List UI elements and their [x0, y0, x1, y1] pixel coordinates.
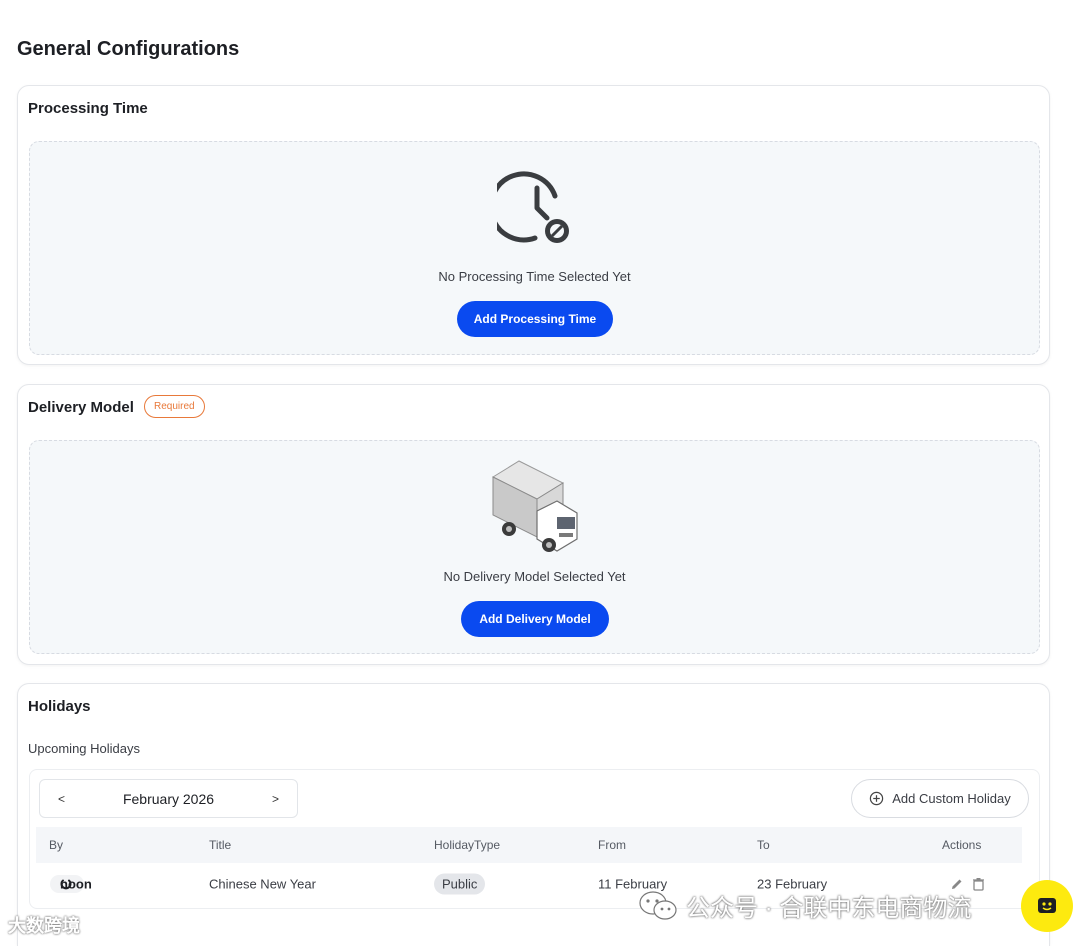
watermark-right: 公众号 · 合联中东电商物流 — [638, 888, 971, 923]
col-from: From — [598, 838, 626, 852]
delivery-model-card: Delivery Model Required No Delivery Mode… — [17, 384, 1050, 665]
holidays-table-header: By Title HolidayType From To Actions — [36, 827, 1022, 863]
processing-empty-state: No Processing Time Selected Yet Add Proc… — [29, 141, 1040, 355]
col-holiday-type: HolidayType — [434, 838, 501, 852]
add-custom-holiday-button[interactable]: Add Custom Holiday — [851, 779, 1029, 818]
title-value: Chinese New Year — [209, 876, 316, 892]
noon-logo: noon — [50, 875, 92, 893]
page-title: General Configurations — [17, 38, 240, 60]
prev-month-button[interactable]: < — [58, 792, 65, 806]
delivery-empty-state: No Delivery Model Selected Yet Add Deliv… — [29, 440, 1040, 654]
col-by: By — [49, 838, 64, 852]
col-to: To — [757, 838, 770, 852]
wechat-icon — [639, 890, 677, 920]
processing-empty-text: No Processing Time Selected Yet — [438, 269, 631, 284]
trash-icon[interactable] — [972, 877, 985, 891]
plus-circle-icon — [870, 791, 884, 806]
holiday-type-pill: Public — [434, 873, 486, 895]
add-custom-holiday-label: Add Custom Holiday — [892, 791, 1011, 806]
delivery-empty-text: No Delivery Model Selected Yet — [443, 569, 626, 584]
upcoming-holidays-label: Upcoming Holidays — [28, 741, 140, 756]
col-actions: Actions — [942, 838, 982, 852]
processing-time-title: Processing Time — [28, 100, 148, 117]
watermark-right-text: 公众号 · 合联中东电商物流 — [686, 895, 972, 922]
month-navigator: < February 2026 > — [39, 779, 298, 818]
processing-time-card: Processing Time No Processing Time Selec… — [17, 85, 1050, 365]
chat-icon — [1038, 898, 1056, 913]
clock-slash-icon — [497, 171, 569, 243]
chat-fab-button[interactable] — [1021, 880, 1073, 932]
add-processing-time-button[interactable]: Add Processing Time — [457, 301, 613, 337]
month-label: February 2026 — [122, 790, 215, 807]
watermark-left: 大数跨境 — [8, 916, 80, 936]
by-value: noon — [60, 876, 92, 892]
delivery-model-title: Delivery Model — [28, 399, 134, 416]
add-delivery-model-button[interactable]: Add Delivery Model — [461, 601, 609, 637]
required-badge: Required — [144, 395, 205, 418]
holidays-title: Holidays — [28, 698, 91, 715]
next-month-button[interactable]: > — [272, 792, 279, 806]
truck-icon — [491, 460, 578, 552]
col-title: Title — [209, 838, 232, 852]
